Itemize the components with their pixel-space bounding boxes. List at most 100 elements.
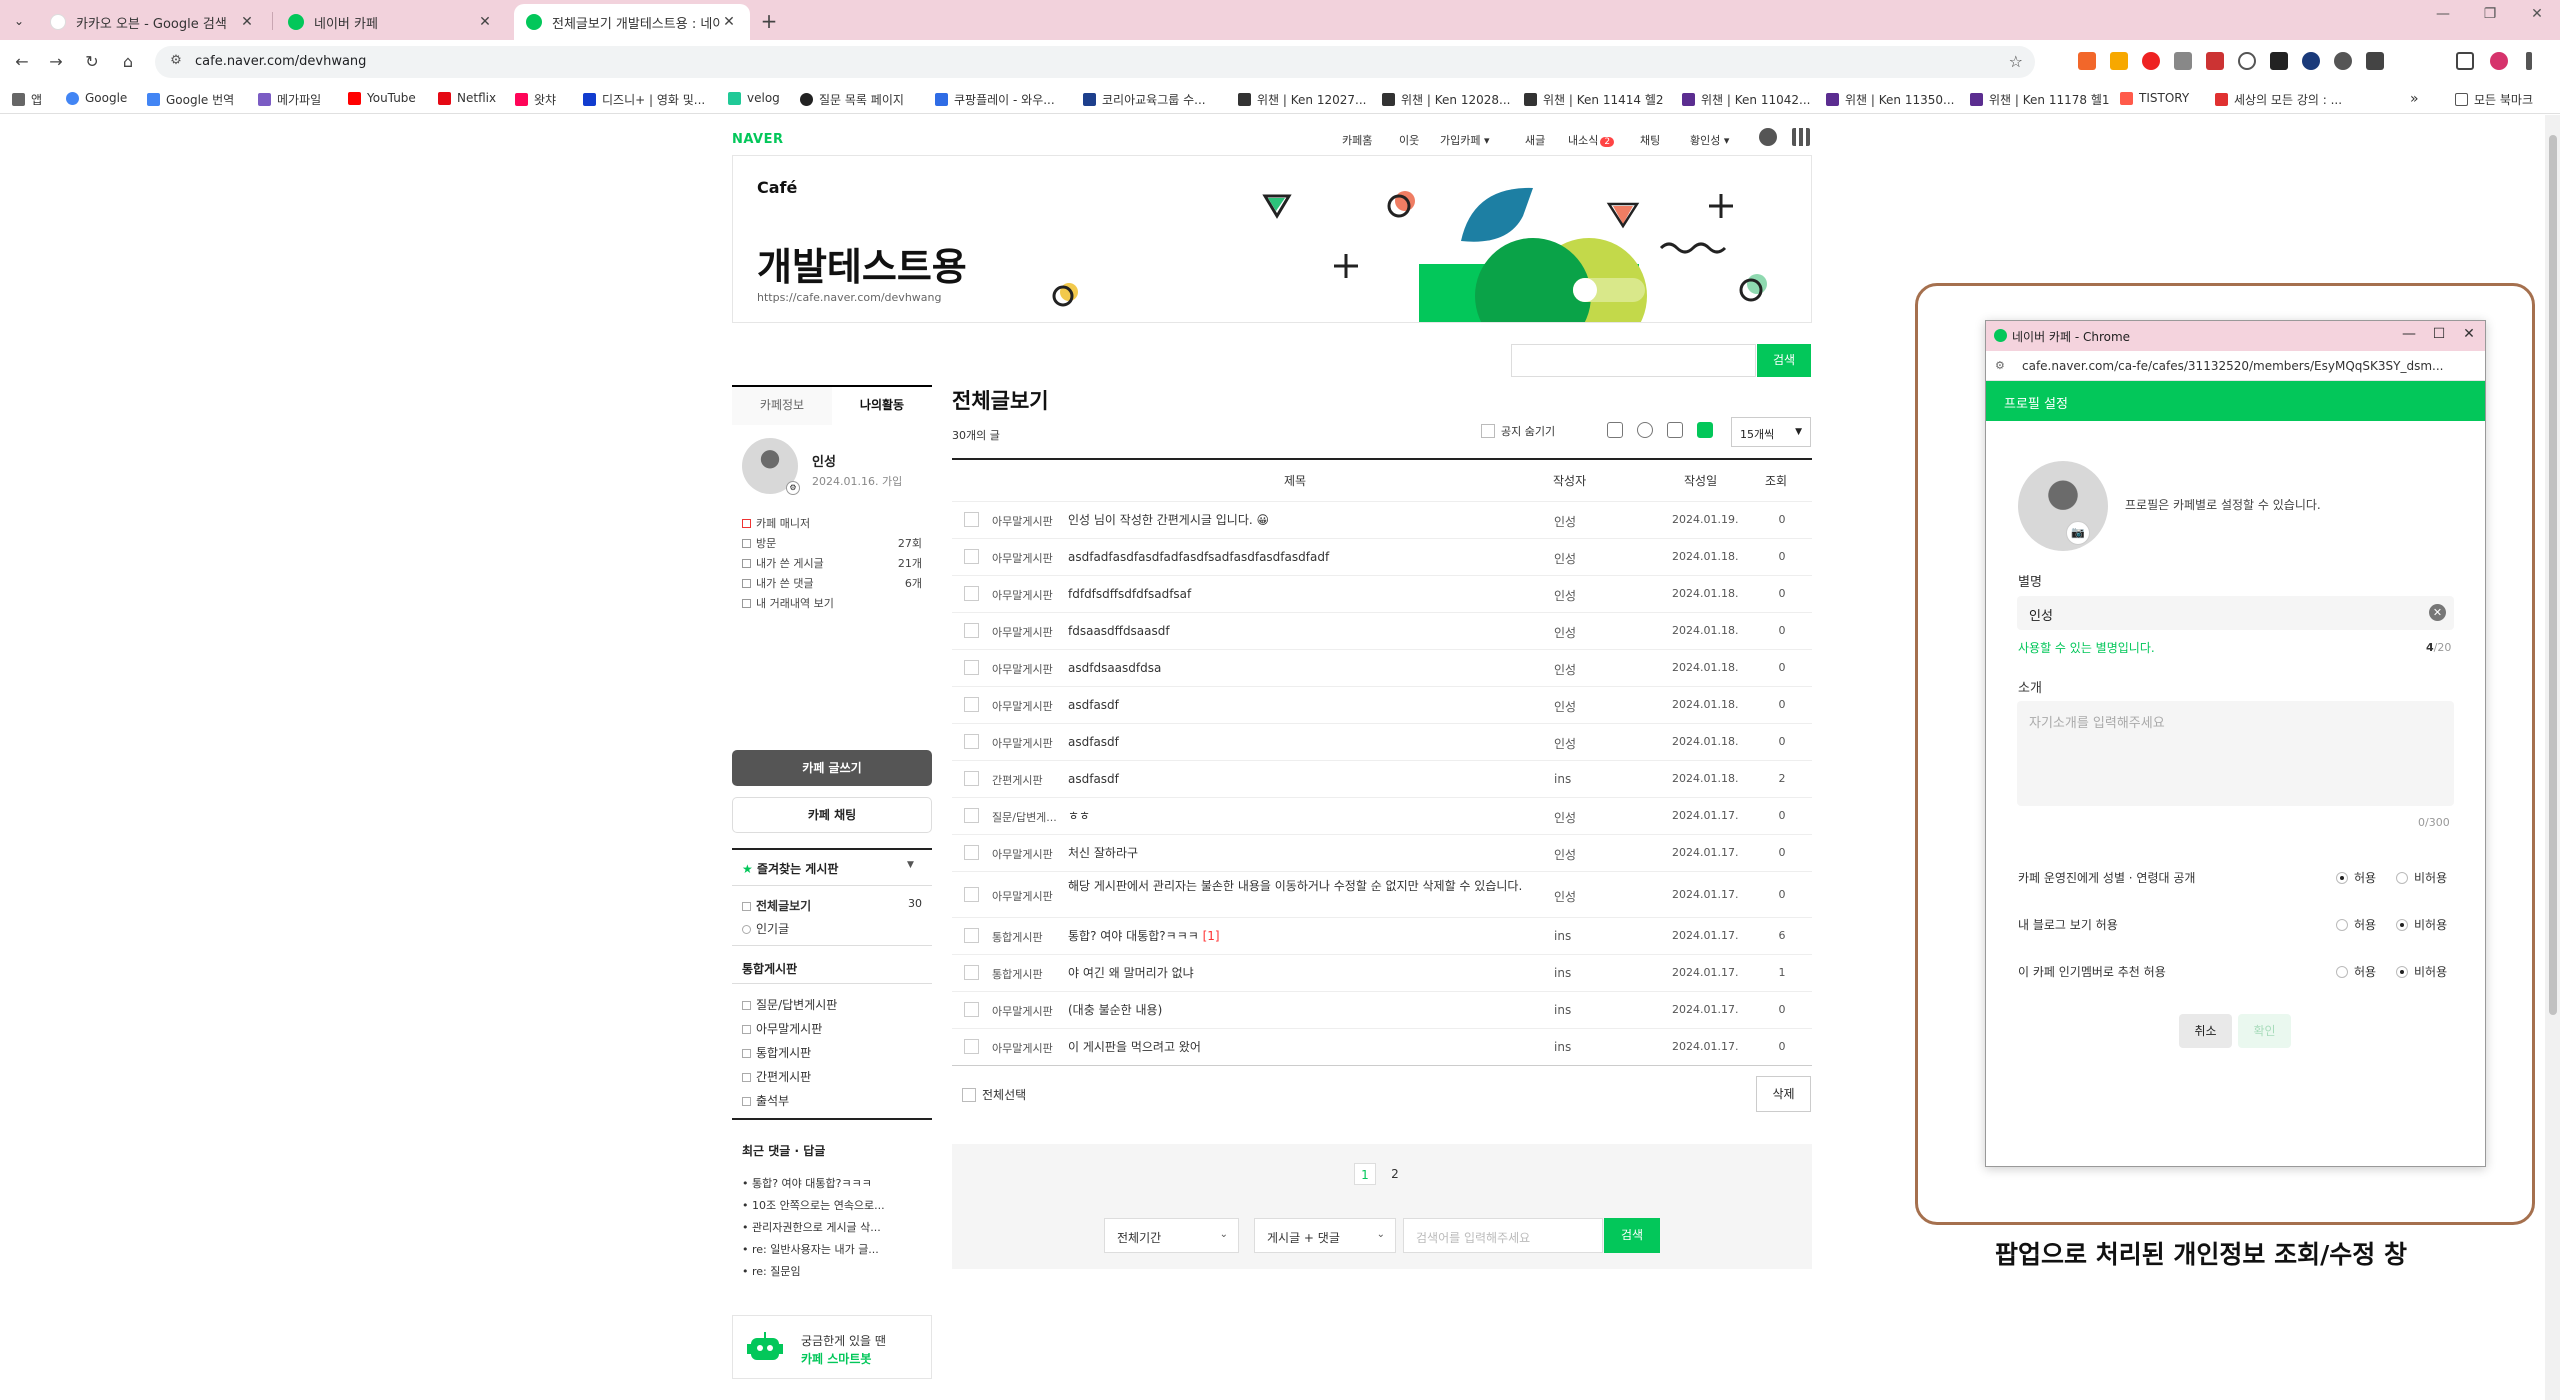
bookmark-item[interactable]: Google 번역 — [147, 91, 234, 108]
stat-my-comments[interactable]: 내가 쓴 댓글 6개 — [742, 575, 922, 591]
address-url[interactable]: cafe.naver.com/devhwang — [195, 54, 366, 69]
tab-cafe-info[interactable]: 카페정보 — [732, 387, 832, 425]
row-checkbox[interactable] — [964, 660, 979, 675]
bookmark-item[interactable]: 위챈 | Ken 11414 헬2 — [1524, 91, 1664, 108]
row-board[interactable]: 아무말게시판 — [992, 513, 1053, 529]
new-tab-button[interactable]: + — [756, 8, 782, 34]
bookmark-item[interactable]: 위챈 | Ken 11178 헬1 — [1970, 91, 2110, 108]
table-row[interactable]: 아무말게시판 처신 잘하라구 인성 2024.01.17. 0 — [952, 834, 1812, 871]
row-board[interactable]: 아무말게시판 — [992, 735, 1053, 751]
avatar[interactable] — [2490, 52, 2508, 70]
forward-icon[interactable]: → — [44, 50, 68, 74]
recent-item[interactable]: • re: 일반사용자는 내가 글... — [742, 1241, 879, 1257]
row-author[interactable]: ins — [1554, 1003, 1571, 1017]
table-row[interactable]: 아무말게시판 인성 님이 작성한 간편게시글 입니다. 😀 인성 2024.01… — [952, 501, 1812, 538]
tab-my-activity[interactable]: 나의활동 — [832, 387, 932, 425]
extension-icon[interactable] — [2302, 52, 2320, 70]
table-row[interactable]: 통합게시판 통합? 여야 대통합?ㅋㅋㅋ [1] ins 2024.01.17.… — [952, 917, 1812, 954]
gnb-new-posts[interactable]: 새글 — [1525, 132, 1545, 148]
table-row[interactable]: 아무말게시판 asdfdsaasdfdsa 인성 2024.01.18. 0 — [952, 649, 1812, 686]
table-row[interactable]: 아무말게시판 asdfasdf 인성 2024.01.18. 0 — [952, 686, 1812, 723]
row-checkbox[interactable] — [964, 845, 979, 860]
search-button[interactable]: 검색 — [1604, 1218, 1660, 1253]
chat-bubble-icon[interactable] — [1759, 128, 1777, 146]
allow-radio[interactable]: 허용 — [2336, 963, 2376, 980]
page-1[interactable]: 1 — [1354, 1163, 1376, 1185]
row-board[interactable]: 아무말게시판 — [992, 1003, 1053, 1019]
row-board[interactable]: 아무말게시판 — [992, 587, 1053, 603]
intro-textarea[interactable]: 자기소개를 입력해주세요 — [2017, 701, 2454, 806]
bookmark-item[interactable]: YouTube — [348, 91, 416, 105]
close-icon[interactable]: ✕ — [238, 14, 256, 30]
row-board[interactable]: 아무말게시판 — [992, 550, 1053, 566]
row-subject[interactable]: 통합? 여야 대통합?ㅋㅋㅋ [1] — [1068, 928, 1538, 945]
bookmark-item[interactable]: 위챈 | Ken 11042... — [1682, 91, 1810, 108]
board-simple[interactable]: 간편게시판 — [742, 1068, 922, 1085]
close-icon[interactable]: ✕ — [720, 14, 738, 30]
row-subject[interactable]: (대충 불순한 내용) — [1068, 1002, 1538, 1019]
row-board[interactable]: 아무말게시판 — [992, 661, 1053, 677]
deny-radio[interactable]: 비허용 — [2396, 963, 2447, 980]
row-checkbox[interactable] — [964, 623, 979, 638]
bookmark-star-icon[interactable]: ☆ — [2009, 52, 2023, 71]
bookmark-item[interactable]: 위챈 | Ken 11350... — [1826, 91, 1954, 108]
smart-bot-banner[interactable]: 궁금한게 있을 땐 카페 스마트봇 — [732, 1315, 932, 1379]
tab-google-search[interactable]: 카카오 오븐 - Google 검색 ✕ — [38, 4, 268, 40]
nickname-input[interactable]: 인성 ✕ — [2017, 596, 2454, 630]
camera-icon[interactable]: 📷 — [2066, 521, 2090, 545]
row-board[interactable]: 통합게시판 — [992, 929, 1043, 945]
tab-search-icon[interactable]: ⌄ — [6, 8, 32, 34]
recent-item[interactable]: • 관리자권한으로 게시글 삭... — [742, 1219, 881, 1235]
apps-grid-icon[interactable] — [1792, 128, 1810, 146]
extension-icon[interactable] — [2270, 52, 2288, 70]
minimize-icon[interactable]: — — [2428, 6, 2458, 22]
cancel-button[interactable]: 취소 — [2179, 1014, 2232, 1048]
bookmark-item[interactable]: 위챈 | Ken 12027... — [1238, 91, 1366, 108]
close-icon[interactable]: ✕ — [2454, 326, 2484, 342]
extension-icon[interactable] — [2238, 52, 2256, 70]
row-checkbox[interactable] — [964, 734, 979, 749]
delete-button[interactable]: 삭제 — [1756, 1076, 1811, 1112]
row-checkbox[interactable] — [964, 808, 979, 823]
row-checkbox[interactable] — [964, 928, 979, 943]
row-author[interactable]: 인성 — [1554, 888, 1576, 905]
all-bookmarks[interactable]: 모든 북마크 — [2455, 91, 2533, 108]
row-author[interactable]: ins — [1554, 772, 1571, 786]
page-2[interactable]: 2 — [1384, 1163, 1406, 1185]
select-all[interactable]: 전체선택 — [962, 1086, 1026, 1103]
row-subject[interactable]: 해당 게시판에서 관리자는 불손한 내용을 이동하거나 수정할 순 없지만 삭제… — [1068, 878, 1538, 895]
stat-my-trades[interactable]: 내 거래내역 보기 — [742, 595, 922, 611]
row-author[interactable]: 인성 — [1554, 513, 1576, 530]
row-author[interactable]: 인성 — [1554, 624, 1576, 641]
search-type-select[interactable]: 게시글 + 댓글 ⌄ — [1254, 1218, 1396, 1253]
album-view-icon[interactable] — [1637, 422, 1653, 438]
allow-radio[interactable]: 허용 — [2336, 869, 2376, 886]
gnb-joined-cafes[interactable]: 가입카페 ▾ — [1440, 132, 1490, 148]
naver-logo[interactable]: NAVER — [732, 132, 784, 147]
table-row[interactable]: 아무말게시판 fdsaasdffdsaasdf 인성 2024.01.18. 0 — [952, 612, 1812, 649]
row-subject[interactable]: asdfasdf — [1068, 734, 1538, 751]
confirm-button[interactable]: 확인 — [2238, 1014, 2291, 1048]
recent-item[interactable]: • re: 질문임 — [742, 1263, 801, 1279]
bookmark-apps[interactable]: 앱 — [12, 91, 42, 108]
settings-gear-icon[interactable]: ⚙ — [786, 481, 800, 495]
download-icon[interactable] — [2366, 52, 2384, 70]
gnb-my-news[interactable]: 내소식 2 — [1568, 132, 1615, 148]
table-row[interactable]: 질문/답변게... ㅎㅎ 인성 2024.01.17. 0 — [952, 797, 1812, 834]
row-author[interactable]: ins — [1554, 929, 1571, 943]
row-author[interactable]: 인성 — [1554, 809, 1576, 826]
board-attendance[interactable]: 출석부 — [742, 1092, 922, 1109]
row-board[interactable]: 아무말게시판 — [992, 624, 1053, 640]
board-qna[interactable]: 질문/답변게시판 — [742, 996, 922, 1013]
tab-all-posts[interactable]: 전체글보기 개발테스트용 : 네이버 ✕ — [514, 4, 750, 40]
recent-item[interactable]: • 10조 안쪽으로는 연속으로... — [742, 1197, 885, 1213]
row-checkbox[interactable] — [964, 549, 979, 564]
clear-icon[interactable]: ✕ — [2429, 604, 2446, 621]
bookmark-item[interactable]: Netflix — [438, 91, 496, 105]
row-checkbox[interactable] — [964, 771, 979, 786]
post-view-icon[interactable] — [1697, 422, 1713, 438]
row-checkbox[interactable] — [964, 1002, 979, 1017]
per-page-select[interactable]: 15개씩 ▼ — [1731, 417, 1811, 447]
row-subject[interactable]: asdfadfasdfasdfadfasdfsadfasdfasdfasdfad… — [1068, 549, 1538, 566]
row-subject[interactable]: 인성 님이 작성한 간편게시글 입니다. 😀 — [1068, 512, 1538, 529]
